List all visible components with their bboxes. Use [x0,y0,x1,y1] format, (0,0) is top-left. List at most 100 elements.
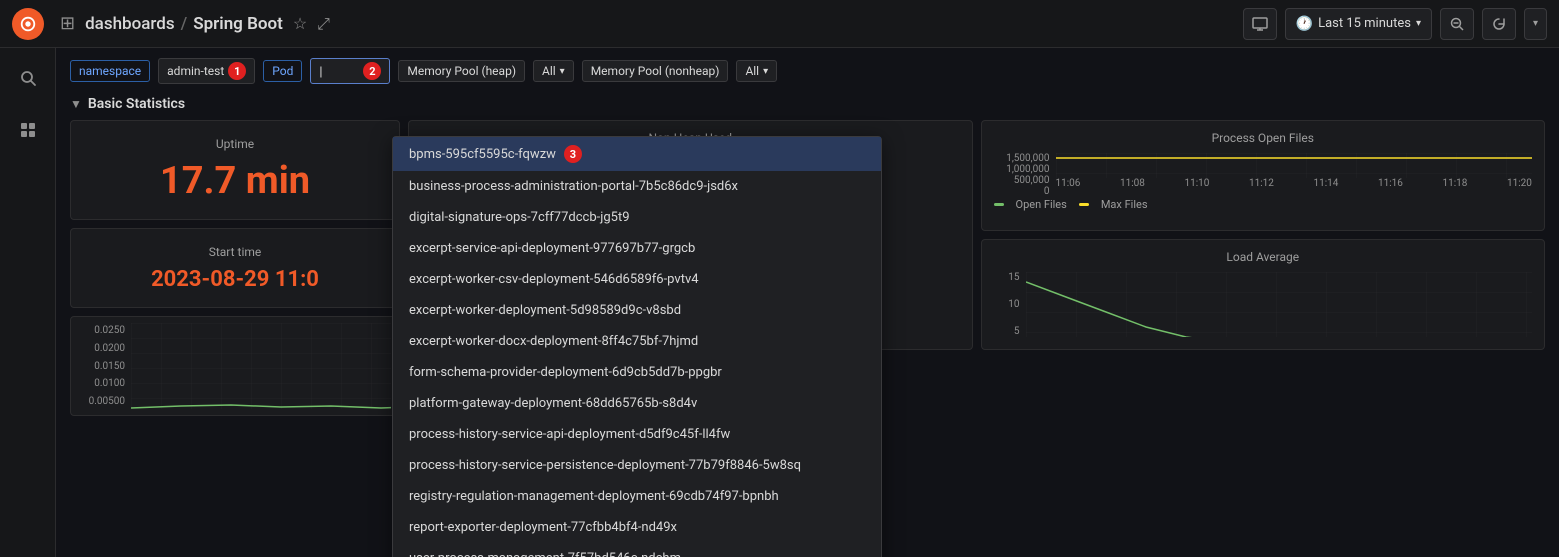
dropdown-item-badge: 3 [564,145,582,163]
memory-nonheap-filter: Memory Pool (nonheap) [582,60,729,82]
chevron-down-icon: ▾ [1416,18,1421,29]
uptime-panel: Uptime 17.7 min [70,120,400,220]
time-range-btn[interactable]: 🕐 Last 15 minutes ▾ [1285,8,1432,40]
of-y-1: 1,000,000 [994,164,1050,175]
namespace-value-filter[interactable]: admin-test 1 [158,58,255,84]
memory-nonheap-all-btn[interactable]: All ▾ [736,60,777,82]
of-x-3: 11:12 [1249,178,1274,198]
y-label-3: 0.0100 [79,378,125,389]
of-x-7: 11:20 [1507,178,1532,198]
dropdown-item-label: excerpt-service-api-deployment-977697b77… [409,241,695,256]
la-y-1: 10 [994,299,1020,310]
app-logo [12,8,44,40]
breadcrumb-dashboards[interactable]: dashboards [85,14,174,34]
chevron-down-icon2: ▾ [763,66,768,77]
legend-open-files-label: Open Files [1016,198,1067,211]
dropdown-item-label: excerpt-worker-deployment-5d98589d9c-v8s… [409,303,681,318]
dropdown-item[interactable]: business-process-administration-portal-7… [393,171,881,202]
display-icon-btn[interactable] [1243,8,1277,40]
memory-nonheap-label: Memory Pool (nonheap) [591,64,720,78]
dropdown-item[interactable]: digital-signature-ops-7cff77dccb-jg5t9 [393,202,881,233]
of-x-1: 11:08 [1120,178,1145,198]
dropdown-item-label: process-history-service-persistence-depl… [409,458,801,473]
memory-heap-label: Memory Pool (heap) [407,64,516,78]
memory-heap-filter: Memory Pool (heap) [398,60,525,82]
memory-heap-all-btn[interactable]: All ▾ [533,60,574,82]
share-icon[interactable]: ⤢ [317,14,330,34]
dropdown-item[interactable]: excerpt-worker-docx-deployment-8ff4c75bf… [393,326,881,357]
sidebar-grid-icon[interactable] [10,112,46,148]
open-files-title: Process Open Files [994,131,1533,145]
la-y-0: 15 [994,272,1020,283]
dropdown-item-label: user-process-management-7f57bd546c-ndchm [409,551,681,557]
breadcrumb-separator: / [181,14,188,34]
y-label-4: 0.00500 [79,396,125,407]
dropdown-item-label: excerpt-worker-docx-deployment-8ff4c75bf… [409,334,698,349]
memory-nonheap-all-label: All [745,64,759,78]
section-collapse-icon[interactable]: ▼ [70,97,82,111]
namespace-value-text: admin-test [167,64,224,78]
dropdown-item[interactable]: excerpt-worker-deployment-5d98589d9c-v8s… [393,295,881,326]
dropdown-item[interactable]: platform-gateway-deployment-68dd65765b-s… [393,388,881,419]
breadcrumb-title: Spring Boot [193,14,283,34]
grid-icon: ⊞ [60,13,75,34]
starttime-label: Start time [209,245,262,259]
zoom-out-btn[interactable] [1440,8,1474,40]
dropdown-item-label: registry-regulation-management-deploymen… [409,489,779,504]
of-x-5: 11:16 [1378,178,1403,198]
dropdown-item-label: business-process-administration-portal-7… [409,179,738,194]
dropdown-item[interactable]: bpms-595cf5595c-fqwzw 3 [393,137,881,171]
dropdown-item[interactable]: excerpt-worker-csv-deployment-546d6589f6… [393,264,881,295]
y-label-1: 0.0200 [79,343,125,354]
dropdown-item[interactable]: report-exporter-deployment-77cfbb4bf4-nd… [393,512,881,543]
uptime-label: Uptime [216,137,254,151]
namespace-label: namespace [70,60,150,82]
open-files-panel: Process Open Files 1,500,000 1,000,000 5… [981,120,1546,231]
starttime-panel: Start time 2023-08-29 11:0 [70,228,400,308]
load-avg-panel: Load Average 15 10 5 [981,239,1546,350]
pod-dropdown: bpms-595cf5595c-fqwzw 3 business-process-a… [392,136,882,557]
of-y-0: 1,500,000 [994,153,1050,164]
refresh-btn[interactable] [1482,8,1516,40]
section-title: Basic Statistics [88,96,185,112]
filter-bar: namespace admin-test 1 Pod 2 Memory Pool… [70,58,1545,84]
sidebar [0,48,56,557]
legend-max-files-dot [1079,203,1089,206]
la-y-2: 5 [994,326,1020,337]
dropdown-item-label: form-schema-provider-deployment-6d9cb5dd… [409,365,722,380]
time-range-label: Last 15 minutes [1318,16,1411,31]
dropdown-item[interactable]: form-schema-provider-deployment-6d9cb5dd… [393,357,881,388]
dropdown-item[interactable]: excerpt-service-api-deployment-977697b77… [393,233,881,264]
dropdown-item-label: platform-gateway-deployment-68dd65765b-s… [409,396,697,411]
of-x-6: 11:18 [1443,178,1468,198]
memory-heap-all-label: All [542,64,556,78]
pod-text-input[interactable] [319,64,359,78]
dropdown-item-label: bpms-595cf5595c-fqwzw [409,147,556,162]
legend-open-files-dot [994,203,1004,206]
dropdown-item-label: excerpt-worker-csv-deployment-546d6589f6… [409,272,699,287]
dropdown-list: bpms-595cf5595c-fqwzw 3 business-process-a… [393,137,881,557]
starttime-value: 2023-08-29 11:0 [151,267,319,292]
chevron-down-icon: ▾ [560,66,565,77]
dropdown-item-label: report-exporter-deployment-77cfbb4bf4-nd… [409,520,677,535]
y-label-0: 0.0250 [79,325,125,336]
pod-badge: 2 [363,62,381,80]
dropdown-item-label: digital-signature-ops-7cff77dccb-jg5t9 [409,210,630,225]
load-avg-title: Load Average [994,250,1533,264]
pod-input[interactable]: 2 [310,58,390,84]
more-btn[interactable]: ▾ [1524,8,1547,40]
pod-label: Pod [263,60,302,82]
main-content: namespace admin-test 1 Pod 2 Memory Pool… [56,48,1559,557]
uptime-value: 17.7 min [160,159,310,203]
section-header: ▼ Basic Statistics [70,96,1545,112]
star-icon[interactable]: ☆ [293,14,307,33]
dropdown-item[interactable]: process-history-service-api-deployment-d… [393,419,881,450]
of-y-2: 500,000 [994,175,1050,186]
sidebar-search-icon[interactable] [10,60,46,96]
dropdown-item[interactable]: registry-regulation-management-deploymen… [393,481,881,512]
of-x-4: 11:14 [1314,178,1339,198]
dropdown-item[interactable]: process-history-service-persistence-depl… [393,450,881,481]
topbar-right: 🕐 Last 15 minutes ▾ ▾ [1243,8,1547,40]
of-x-2: 11:10 [1185,178,1210,198]
dropdown-item[interactable]: user-process-management-7f57bd546c-ndchm [393,543,881,557]
